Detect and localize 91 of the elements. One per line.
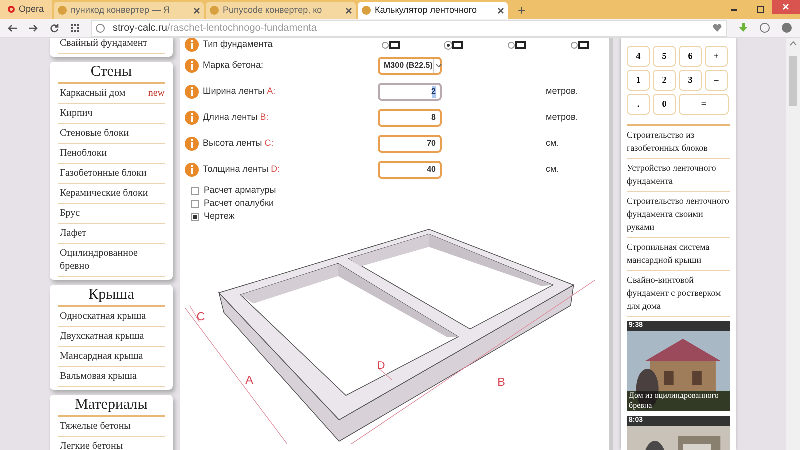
minimize-icon[interactable] [731,8,737,10]
foundation-type-radio[interactable] [382,41,400,49]
favicon-icon [210,6,220,15]
field-label: Толщина ленты D: [203,162,282,176]
calculator-key[interactable]: 2 [653,70,676,91]
video-caption: Дом из оцилиндрованного бревна [627,391,730,411]
section-title: Стены [58,62,165,84]
sidebar-link[interactable]: Каркасный дом [58,84,126,103]
article-link[interactable]: Свайно-винтовой фундамент с ростверком для дома [627,274,730,313]
maximize-icon[interactable] [757,6,764,13]
close-icon[interactable] [346,8,352,14]
field-label: Марка бетона: [203,58,265,72]
section-title: Материалы [58,395,165,417]
checkbox[interactable] [191,200,199,208]
calculator-key[interactable]: 5 [653,46,676,67]
close-icon[interactable] [498,8,504,14]
foundation-type-radio[interactable] [445,41,463,49]
sidebar-link[interactable]: Тяжелые бетоны [58,417,131,436]
url-field[interactable]: stroy-calc.ru/raschet-lentochnogo-fundamenta [91,20,727,36]
calculator-key[interactable]: . [627,94,650,115]
download-icon[interactable] [739,23,748,33]
calculator-key[interactable]: + [705,46,728,67]
calculator-key[interactable]: = [679,94,729,115]
calculator-key[interactable]: 6 [679,46,702,67]
field-label: Высота ленты C: [203,136,275,150]
scrollbar-thumb[interactable] [789,56,797,106]
back-icon[interactable] [8,24,17,32]
sidebar-link[interactable]: Двухскатная крыша [58,327,144,346]
sidebar-link[interactable]: Оцилиндрованное бревно [58,244,165,276]
heart-icon[interactable] [713,24,722,32]
section-title: Крыша [58,285,165,307]
favicon-icon [362,6,372,15]
browser-tab[interactable]: Калькулятор ленточного [358,2,508,19]
browser-tab[interactable]: Punycode конвертер, ко [206,2,356,19]
unit-label: см. [546,162,560,176]
field-label: Тип фундамента [203,38,274,52]
sidebar-link[interactable]: Мансардная крыша [58,347,144,366]
article-link[interactable]: Строительство ленточного фундамента своими руками [627,195,730,234]
article-link[interactable]: Стропильная система мансардной крыши [627,241,730,267]
sidebar-link[interactable]: Пеноблоки [58,144,108,163]
field-label: Ширина ленты A: [203,84,277,98]
field-label: Длина ленты B: [203,110,270,124]
sidebar-link[interactable]: Свайный фундамент [58,38,148,53]
grid-icon[interactable] [71,24,79,32]
sidebar-link[interactable]: Стеновые блоки [58,124,130,143]
sidebar-link[interactable]: Односкатная крыша [58,307,146,326]
sidebar-link[interactable]: Легкие бетоны [58,437,124,450]
calculator-key[interactable]: 4 [627,46,650,67]
article-link[interactable]: Строительство из газобетонных блоков [627,129,730,155]
calculator-key[interactable]: 1 [627,70,650,91]
sidebar-link[interactable]: Вальмовая крыша [58,367,137,386]
scrollbar[interactable] [786,38,800,450]
calculator-key[interactable]: 0 [653,94,676,115]
input-field[interactable]: 40 [378,160,442,178]
new-label: new [148,87,165,101]
tab-title: Калькулятор ленточного [375,4,478,17]
foundation-type-radio[interactable] [508,41,526,49]
close-button[interactable] [772,0,800,14]
unit-label: метров. [546,110,578,124]
browser-tab[interactable]: пуникод конвертер — Я [54,2,204,19]
input-field[interactable]: 70 [378,134,442,152]
sidebar-link[interactable]: Лафет [58,224,87,243]
checkbox-option[interactable]: Расчет опалубки [191,198,604,210]
unit-label: см. [546,136,560,150]
checkbox-option[interactable]: Чертеж [191,211,604,223]
scroll-up-icon[interactable] [790,41,796,46]
url-text: stroy-calc.ru/raschet-lentochnogo-fundamenta [113,22,317,36]
input-field[interactable]: 8 [378,108,442,126]
dropdown-icon [436,64,442,68]
close-icon[interactable] [194,8,200,14]
unit-label: метров. [546,84,578,98]
reload-icon[interactable] [50,24,59,32]
sidebar-link[interactable]: Керамические блоки [58,184,148,203]
new-tab-button[interactable]: + [510,2,534,19]
sidebar-link[interactable]: Газобетонные блоки [58,164,147,183]
input-field[interactable]: 2 [378,82,442,100]
sidebar-link[interactable]: Брус [58,204,80,223]
checkbox[interactable] [191,213,199,221]
article-link[interactable]: Устройство ленточного фундамента [627,162,730,188]
favicon-icon [58,6,68,15]
checkbox[interactable] [191,187,199,195]
forward-icon[interactable] [29,24,38,32]
sidebar-link[interactable]: Кирпич [58,104,93,123]
tab-title: пуникод конвертер — Я [71,4,172,17]
concrete-grade-select[interactable]: М300 (В22.5) [378,56,442,74]
calculator-key[interactable]: 3 [679,70,702,91]
tab-title: Punycode конвертер, ко [223,4,324,17]
checkbox-option[interactable]: Расчет арматуры [191,185,604,197]
calculator-key[interactable]: – [705,70,728,91]
opera-menu[interactable]: Opera [0,0,52,19]
foundation-type-radio[interactable] [571,41,589,49]
